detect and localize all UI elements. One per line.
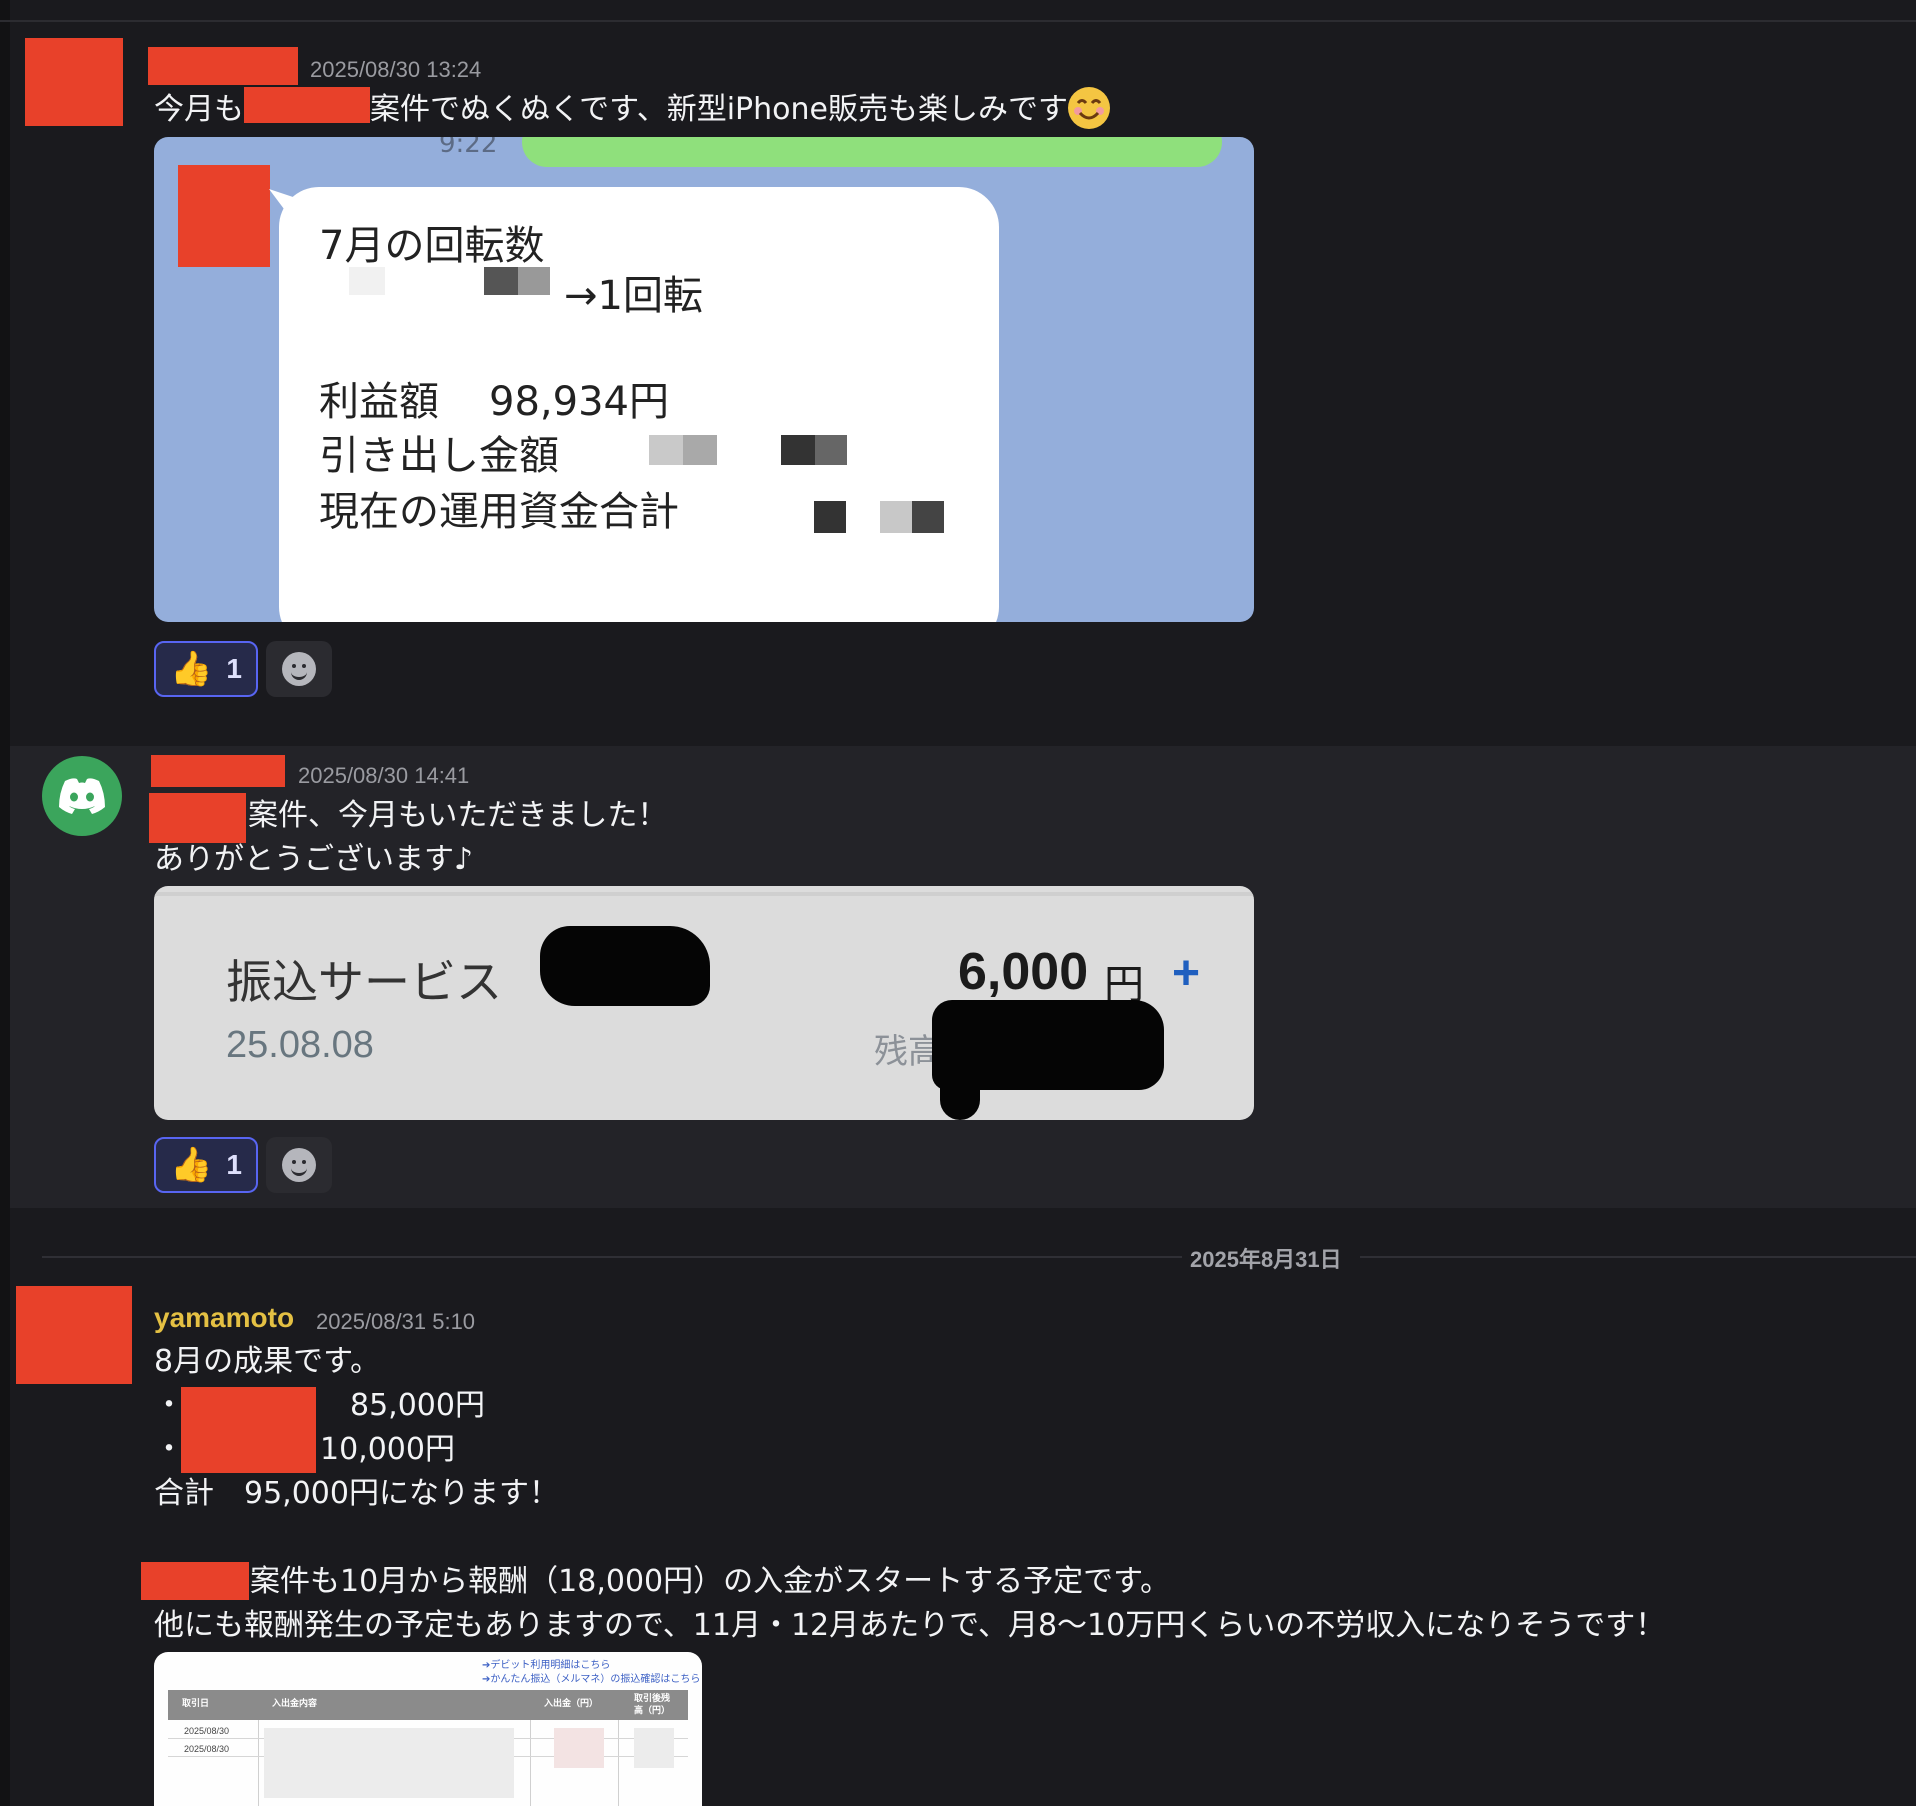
bank-statement-screenshot-image[interactable]: ➔デビット利用明細はこちら ➔かんたん振込（メルマネ）の振込確認はこちら 取引日… <box>154 1652 702 1806</box>
scribbled-redaction <box>940 1076 980 1120</box>
pixelated-area <box>634 1728 674 1768</box>
username-redacted[interactable] <box>151 755 285 787</box>
pixelated-area <box>781 435 815 465</box>
col-balance: 取引後残高（円） <box>634 1694 671 1716</box>
card-top-line <box>154 892 1254 896</box>
table-col-line <box>258 1720 259 1806</box>
transfer-amount: 6,000 <box>958 943 1089 1001</box>
rotation-title: 7月の回転数 <box>319 223 545 269</box>
thumbs-up-icon: 👍 <box>170 649 213 689</box>
profit-value: 98,934円 <box>489 379 669 425</box>
col-date: 取引日 <box>182 1699 210 1709</box>
col-content: 入出金内容 <box>272 1699 318 1709</box>
left-edge-bar <box>0 0 10 1806</box>
pixelated-area <box>880 501 912 533</box>
avatar[interactable] <box>42 756 122 836</box>
chat-time: 9:22 <box>439 137 498 159</box>
reaction-count: 1 <box>226 653 242 684</box>
add-emoji-icon <box>282 1148 316 1182</box>
message-text-part-b: 案件でぬくぬくです、新型iPhone販売も楽しみです <box>370 92 1068 127</box>
bullet-1-value: 85,000円 <box>350 1388 485 1423</box>
username-redacted[interactable] <box>148 47 298 85</box>
transfer-date: 25.08.08 <box>226 1024 374 1066</box>
pixelated-area <box>815 435 847 465</box>
message-timestamp: 2025/08/30 13:24 <box>310 57 482 82</box>
pixelated-area <box>264 1728 514 1798</box>
message-line-2: ありがとうございます♪ <box>154 842 474 877</box>
message-text: 今月も 案件でぬくぬくです、新型iPhone販売も楽しみです <box>154 86 1110 132</box>
pixelated-area <box>649 435 683 465</box>
redacted-text <box>149 793 246 843</box>
pixelated-area <box>912 501 944 533</box>
fund-label: 現在の運用資金合計 <box>319 489 679 535</box>
bullet-1: ・ <box>154 1388 184 1423</box>
smiling-face-emoji-icon <box>1067 86 1110 129</box>
date-divider-line-right <box>1360 1256 1916 1258</box>
table-col-line <box>618 1720 619 1806</box>
message-timestamp: 2025/08/31 5:10 <box>316 1309 476 1334</box>
pixelated-area <box>554 1728 604 1768</box>
top-divider <box>0 20 1916 22</box>
message-text-part-a: 今月も <box>154 92 244 127</box>
message-timestamp: 2025/08/30 14:41 <box>298 763 470 788</box>
chat-avatar-redacted <box>178 165 270 267</box>
pixelated-area <box>349 267 385 295</box>
discord-icon <box>59 778 105 814</box>
case-line: 案件も10月から報酬（18,000円）の入金がスタートする予定です。 <box>250 1564 1171 1599</box>
transfer-service-label: 振込サービス <box>226 955 502 1009</box>
thumbs-up-icon: 👍 <box>170 1145 213 1185</box>
avatar-redacted[interactable] <box>25 38 123 126</box>
table-col-line <box>530 1720 531 1806</box>
transfer-confirm-link[interactable]: ➔かんたん振込（メルマネ）の振込確認はこちら <box>482 1670 700 1685</box>
avatar-redacted[interactable] <box>16 1286 132 1384</box>
bullet-2-value: 10,000円 <box>320 1432 455 1467</box>
pixelated-area <box>518 267 550 295</box>
profit-label: 利益額 <box>319 379 439 425</box>
add-reaction-button[interactable] <box>266 1137 332 1193</box>
add-reaction-button[interactable] <box>266 641 332 697</box>
message-line-1: 案件、今月もいただきました！ <box>248 798 668 833</box>
reaction-count: 1 <box>226 1149 242 1180</box>
add-emoji-icon <box>282 652 316 686</box>
pixelated-area <box>484 267 518 295</box>
thumbs-up-reaction[interactable]: 👍 1 <box>154 641 258 697</box>
withdraw-label: 引き出し金額 <box>319 433 559 479</box>
plus-icon: + <box>1172 947 1201 1000</box>
bank-transfer-screenshot-image[interactable]: 振込サービス 6,000 円 + 25.08.08 残高 <box>154 886 1254 1120</box>
rotation-value: →1回転 <box>564 273 703 319</box>
total-line: 合計 95,000円になります！ <box>154 1476 559 1511</box>
row-1-date: 2025/08/30 <box>184 1726 230 1736</box>
table-header: 取引日 入出金内容 入出金（円） 取引後残高（円） <box>168 1690 688 1720</box>
message-line-1: 8月の成果です。 <box>154 1344 381 1379</box>
debit-statement-link[interactable]: ➔デビット利用明細はこちら <box>482 1656 610 1671</box>
date-divider-line-left <box>42 1256 1182 1258</box>
scribbled-redaction <box>540 926 710 1006</box>
other-line: 他にも報酬発生の予定もありますので、11月・12月あたりで、月8〜10万円くらい… <box>154 1608 1666 1643</box>
bullet-2: ・ <box>154 1432 184 1467</box>
date-divider: 2025年8月31日 <box>1190 1247 1342 1272</box>
redacted-text <box>181 1387 316 1473</box>
green-chat-bubble <box>522 137 1222 167</box>
thumbs-up-reaction[interactable]: 👍 1 <box>154 1137 258 1193</box>
pixelated-area <box>814 501 846 533</box>
col-amount: 入出金（円） <box>544 1699 599 1709</box>
redacted-text <box>244 86 370 123</box>
line-chat-screenshot-image[interactable]: 9:22 7月の回転数 →1回転 利益額 98,934円 引き出し金額 現在の運… <box>154 137 1254 622</box>
redacted-text <box>141 1562 249 1600</box>
username[interactable]: yamamoto <box>154 1302 294 1334</box>
pixelated-area <box>683 435 717 465</box>
row-2-date: 2025/08/30 <box>184 1744 230 1754</box>
